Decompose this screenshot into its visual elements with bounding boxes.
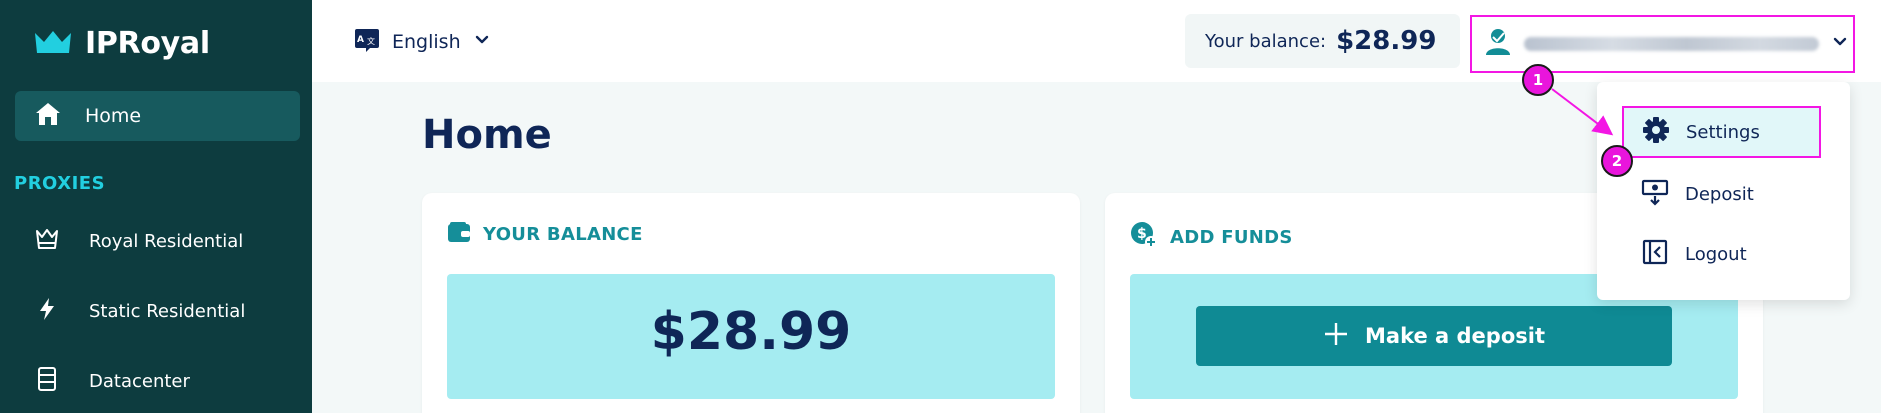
add-funds-card-header: $ ADD FUNDS	[1130, 221, 1293, 253]
menu-item-logout[interactable]: Logout	[1597, 228, 1850, 280]
user-dropdown-menu: Settings Deposit Logout	[1597, 82, 1850, 300]
chevron-down-icon	[473, 31, 491, 53]
annotation-marker-2: 2	[1601, 145, 1633, 177]
crown-icon	[35, 227, 59, 255]
balance-panel: $28.99	[447, 274, 1055, 399]
logo[interactable]: IPRoyal	[33, 26, 210, 61]
sidebar-item-label: Static Residential	[89, 300, 246, 322]
menu-item-label: Deposit	[1685, 183, 1754, 205]
chevron-down-icon	[1831, 33, 1849, 55]
make-deposit-button[interactable]: Make a deposit	[1196, 306, 1672, 366]
sidebar: IPRoyal Home PROXIES Royal Residential S…	[0, 0, 312, 413]
home-icon	[35, 102, 61, 130]
svg-text:文: 文	[367, 36, 375, 46]
language-selector[interactable]: A 文 English	[354, 28, 491, 56]
user-avatar-icon	[1484, 27, 1512, 61]
sidebar-item-royal-residential[interactable]: Royal Residential	[35, 221, 243, 261]
deposit-icon	[1641, 178, 1669, 210]
crown-logo-icon	[33, 29, 73, 59]
logout-icon	[1641, 238, 1669, 270]
sidebar-item-home[interactable]: Home	[15, 91, 300, 141]
balance-card-title: YOUR BALANCE	[483, 223, 643, 245]
logo-text: IPRoyal	[85, 26, 210, 61]
wallet-icon	[447, 221, 471, 247]
svg-text:$: $	[1137, 226, 1147, 242]
menu-item-label: Settings	[1686, 121, 1760, 143]
add-funds-card-title: ADD FUNDS	[1170, 226, 1293, 248]
make-deposit-label: Make a deposit	[1365, 324, 1545, 348]
plus-icon	[1323, 321, 1349, 351]
balance-card-header: YOUR BALANCE	[447, 221, 643, 247]
menu-item-settings[interactable]: Settings	[1622, 106, 1821, 158]
user-email-blurred	[1524, 37, 1819, 51]
sidebar-item-datacenter[interactable]: Datacenter	[35, 361, 190, 401]
annotation-marker-1: 1	[1522, 64, 1554, 96]
balance-indicator: Your balance: $28.99	[1185, 14, 1460, 68]
balance-value: $28.99	[1336, 26, 1437, 56]
lightning-icon	[35, 297, 59, 325]
svg-text:A: A	[357, 35, 364, 45]
sidebar-item-label: Royal Residential	[89, 230, 244, 252]
menu-item-deposit[interactable]: Deposit	[1597, 168, 1850, 220]
page-title: Home	[422, 112, 552, 158]
sidebar-item-label: Home	[85, 105, 142, 127]
sidebar-item-static-residential[interactable]: Static Residential	[35, 291, 245, 331]
balance-card: YOUR BALANCE $28.99	[422, 193, 1080, 413]
user-account-menu-button[interactable]	[1470, 15, 1855, 73]
section-title-proxies: PROXIES	[14, 173, 106, 194]
balance-label: Your balance:	[1205, 30, 1327, 52]
menu-item-label: Logout	[1685, 243, 1747, 265]
add-money-icon: $	[1130, 221, 1158, 253]
gear-icon	[1642, 116, 1670, 148]
language-label: English	[392, 31, 461, 53]
balance-amount: $28.99	[650, 302, 852, 362]
sidebar-item-label: Datacenter	[89, 370, 190, 392]
translate-icon: A 文	[354, 28, 380, 56]
server-icon	[35, 366, 59, 396]
